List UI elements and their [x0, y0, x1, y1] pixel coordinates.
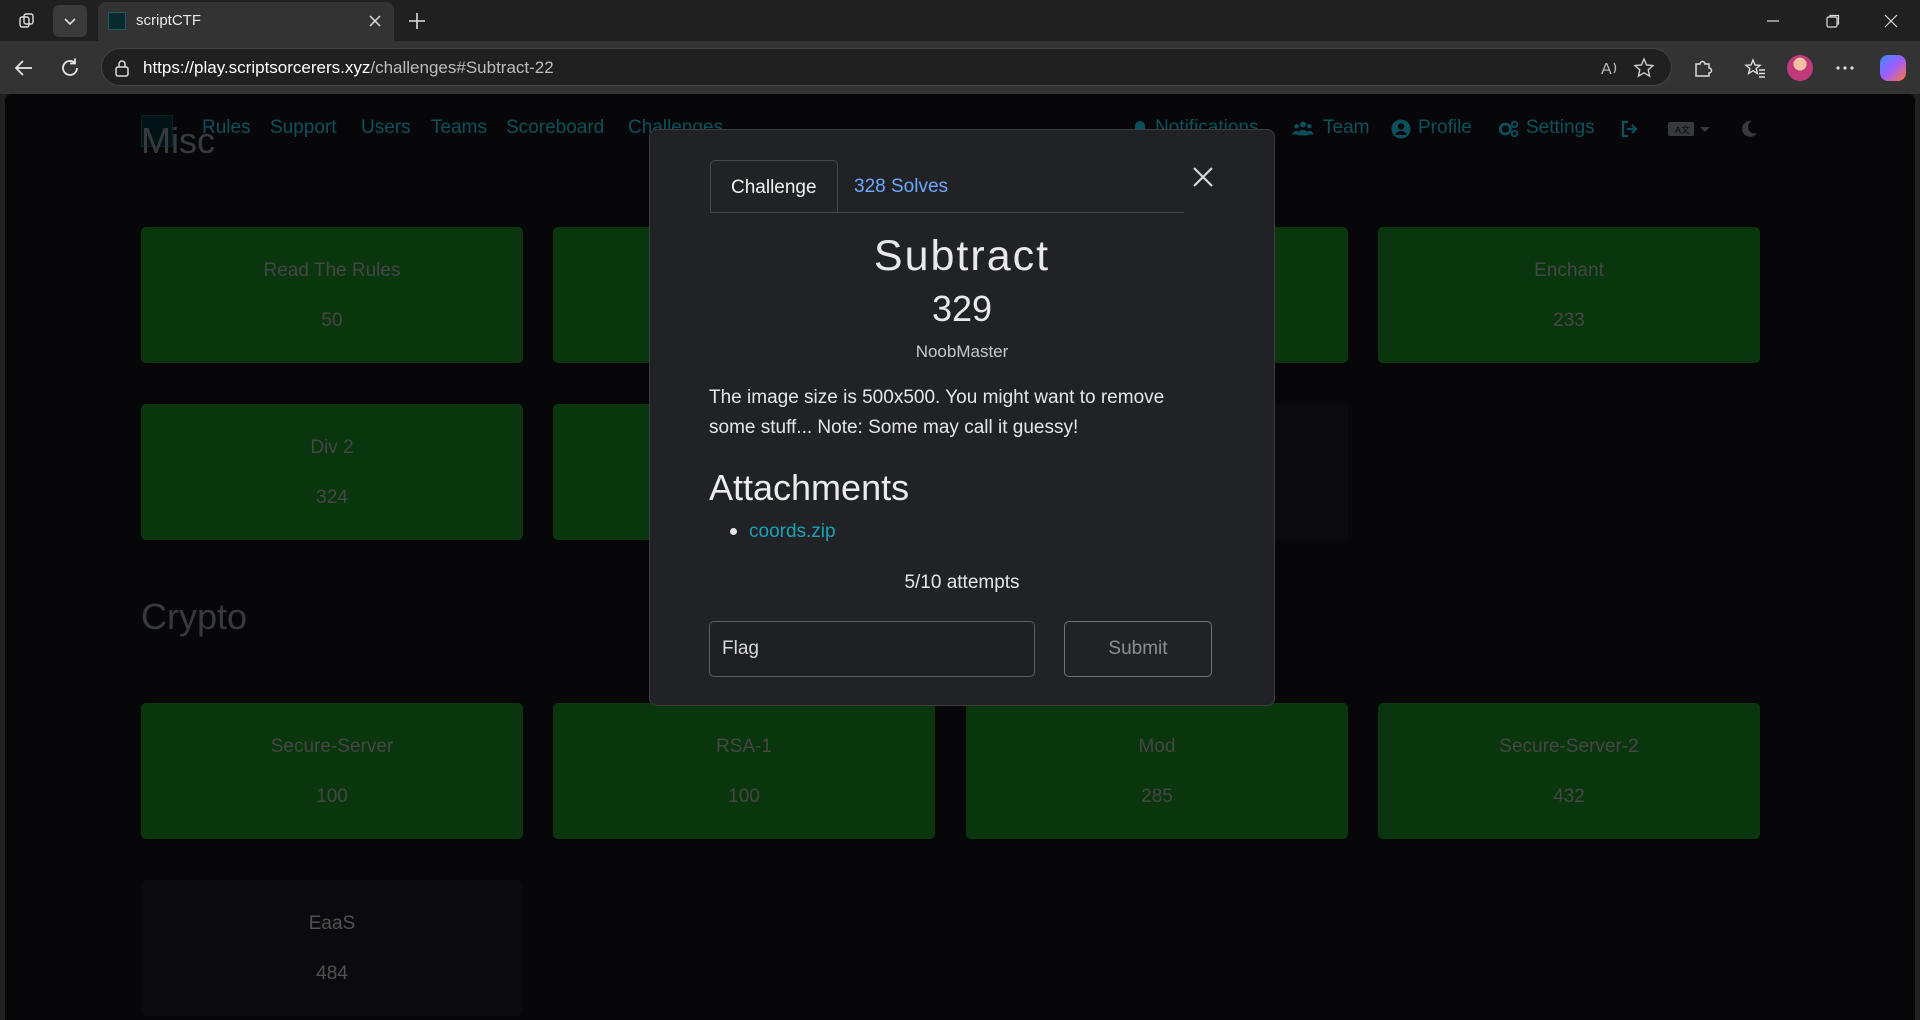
attachments-heading: Attachments	[709, 467, 910, 508]
tab-close-icon[interactable]	[366, 12, 384, 30]
more-options-icon[interactable]	[1832, 55, 1858, 81]
challenge-author: NoobMaster	[915, 342, 1009, 361]
extensions-puzzle-icon[interactable]	[1690, 55, 1716, 81]
back-arrow-icon[interactable]	[9, 53, 39, 83]
tab-actions-chevron-icon[interactable]	[53, 5, 87, 37]
challenge-description: The image size is 500x500. You might wan…	[709, 387, 1165, 438]
url-text[interactable]: https://play.scriptsorcerers.xyz/challen…	[143, 58, 554, 78]
challenge-points: 329	[931, 288, 993, 329]
browser-tab-title: scriptCTF	[136, 12, 201, 29]
new-tab-plus-icon[interactable]	[403, 7, 431, 35]
svg-text:A: A	[1601, 61, 1612, 78]
profile-avatar[interactable]	[1787, 55, 1813, 81]
tab-solves[interactable]: 328 Solves	[834, 160, 968, 212]
address-toolbar: https://play.scriptsorcerers.xyz/challen…	[0, 41, 1920, 94]
browser-tab-strip: scriptCTF	[0, 0, 1920, 41]
challenge-modal: Challenge 328 Solves Subtract 329 NoobMa…	[649, 129, 1275, 706]
modal-tabs: Challenge 328 Solves	[710, 160, 1184, 213]
copilot-icon[interactable]	[1880, 55, 1906, 81]
url-bar[interactable]: https://play.scriptsorcerers.xyz/challen…	[101, 48, 1672, 86]
minimize-window-icon[interactable]	[1744, 0, 1802, 41]
challenge-title: Subtract	[873, 232, 1051, 280]
page-viewport: Rules Support Users Teams Scoreboard Cha…	[5, 94, 1915, 1020]
submit-button[interactable]: Submit	[1064, 621, 1212, 677]
favorite-star-icon[interactable]	[1633, 57, 1655, 79]
tab-challenge[interactable]: Challenge	[710, 160, 838, 212]
site-favicon-icon	[108, 12, 126, 30]
refresh-icon[interactable]	[55, 53, 85, 83]
attachment-item[interactable]: coords.zip	[730, 521, 836, 543]
bullet-icon	[730, 528, 737, 536]
workspaces-icon[interactable]	[10, 5, 44, 37]
flag-input[interactable]	[709, 621, 1035, 677]
attachment-link[interactable]: coords.zip	[749, 521, 836, 542]
restore-window-icon[interactable]	[1804, 0, 1862, 41]
lock-icon[interactable]	[114, 59, 130, 77]
favorites-collection-icon[interactable]	[1742, 55, 1768, 81]
close-window-icon[interactable]	[1862, 0, 1920, 41]
modal-close-icon[interactable]	[1186, 160, 1220, 194]
attempts-counter: 5/10 attempts	[904, 572, 1020, 593]
read-aloud-icon[interactable]: A	[1599, 57, 1621, 79]
browser-tab-active[interactable]: scriptCTF	[98, 2, 394, 41]
